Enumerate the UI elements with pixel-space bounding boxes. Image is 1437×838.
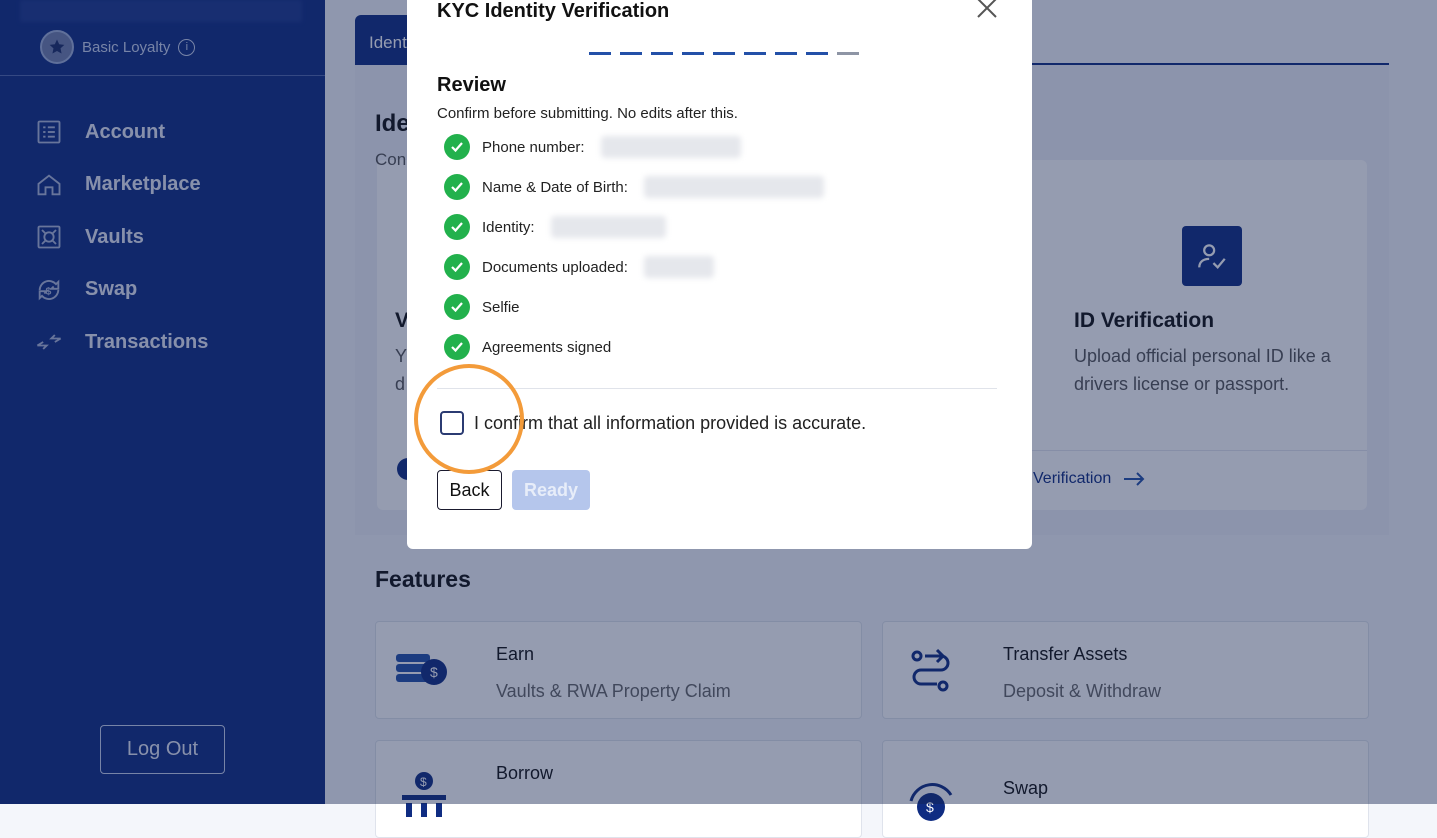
step-indicator [682, 52, 704, 55]
step-indicator [651, 52, 673, 55]
step-indicator [837, 52, 859, 55]
section-title: Review [437, 74, 506, 96]
check-circle-icon [444, 254, 470, 280]
modal-title: KYC Identity Verification [437, 0, 670, 22]
ready-button[interactable]: Ready [512, 470, 590, 510]
close-icon[interactable] [975, 0, 999, 20]
redacted-value [643, 256, 714, 278]
check-label: Agreements signed [482, 338, 612, 356]
check-label: Phone number: [482, 138, 585, 156]
check-label: Documents uploaded: [482, 258, 628, 276]
list-item: Agreements signed [444, 327, 824, 367]
step-indicator [589, 52, 611, 55]
step-indicator [620, 52, 642, 55]
back-button[interactable]: Back [437, 470, 502, 510]
step-indicator [806, 52, 828, 55]
review-checklist: Phone number: Name & Date of Birth: Iden… [444, 127, 824, 367]
check-circle-icon [444, 294, 470, 320]
modal-divider [437, 388, 997, 389]
check-circle-icon [444, 134, 470, 160]
section-note: Confirm before submitting. No edits afte… [437, 105, 738, 122]
redacted-value [550, 216, 666, 238]
step-progress [589, 52, 859, 55]
list-item: Selfie [444, 287, 824, 327]
check-circle-icon [444, 334, 470, 360]
step-indicator [713, 52, 735, 55]
check-circle-icon [444, 214, 470, 240]
check-label: Selfie [482, 298, 520, 316]
check-label: Identity: [482, 218, 535, 236]
redacted-value [600, 136, 741, 158]
list-item: Name & Date of Birth: [444, 167, 824, 207]
list-item: Identity: [444, 207, 824, 247]
list-item: Documents uploaded: [444, 247, 824, 287]
highlight-ring [414, 364, 524, 474]
check-circle-icon [444, 174, 470, 200]
step-indicator [744, 52, 766, 55]
confirm-label[interactable]: I confirm that all information provided … [474, 413, 866, 434]
list-item: Phone number: [444, 127, 824, 167]
step-indicator [775, 52, 797, 55]
check-label: Name & Date of Birth: [482, 178, 628, 196]
redacted-value [643, 176, 824, 198]
kyc-modal: KYC Identity Verification Review Confirm… [407, 0, 1032, 549]
